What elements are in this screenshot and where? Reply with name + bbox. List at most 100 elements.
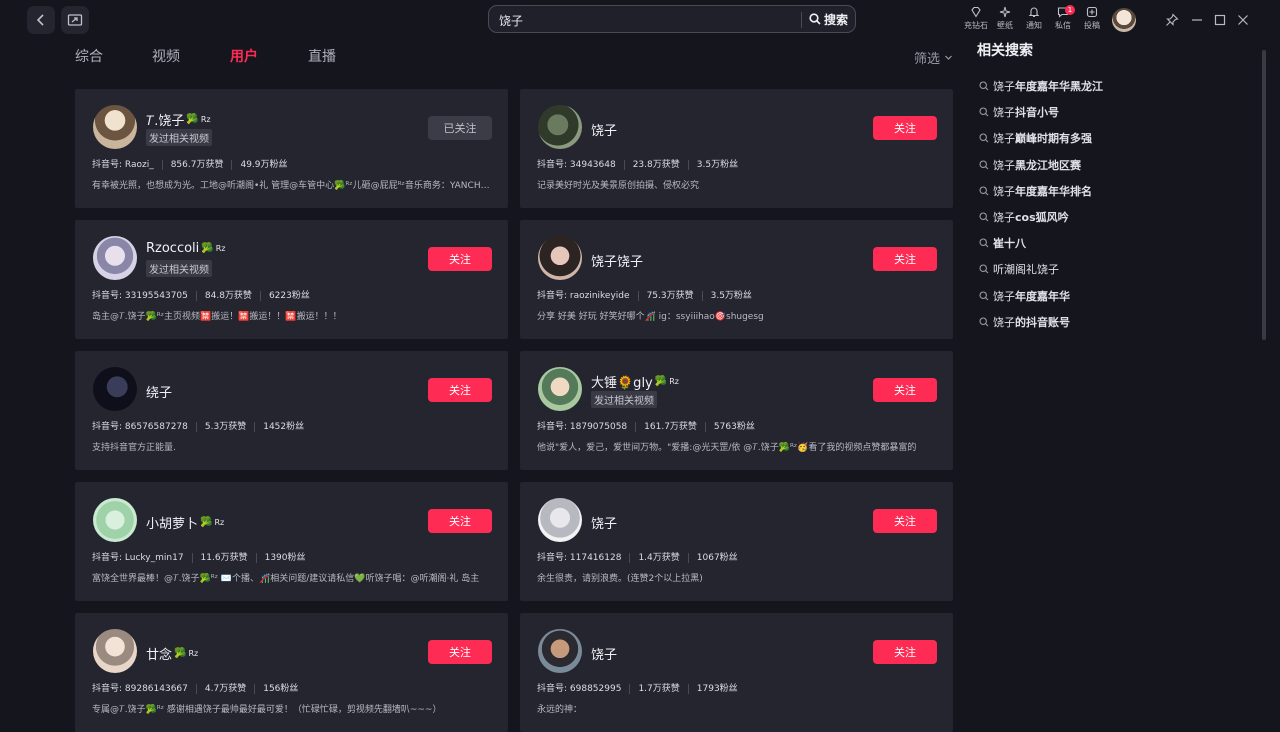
douyin-id: 抖音号: 698852995 [537, 684, 631, 694]
likes-count: 75.3万获赞 [647, 291, 703, 301]
user-avatar[interactable] [538, 236, 582, 280]
tab-videos[interactable]: 视频 [152, 46, 180, 66]
followers-count: 6223粉丝 [268, 291, 310, 301]
user-card[interactable]: 绕子 关注 抖音号: 86576587278 5.3万获赞 1452粉丝 支持抖音官方正能… [75, 351, 508, 470]
rz-suffix: Rz [215, 244, 226, 253]
user-name[interactable]: 饶子 [591, 513, 617, 532]
follow-button[interactable]: 关注 [428, 509, 492, 533]
user-card[interactable]: 𝑇.饶子 🥦 Rz 发过相关视频 已关注 抖音号: Raozi_ 856.7万获赞 49.9万… [75, 89, 508, 208]
user-avatar[interactable] [538, 105, 582, 149]
related-item-prefix: 饶子 [993, 211, 1015, 224]
follow-button[interactable]: 关注 [873, 247, 937, 271]
message-button[interactable]: 1 私信 [1047, 5, 1079, 31]
back-button[interactable] [27, 6, 55, 34]
follow-button[interactable]: 关注 [428, 378, 492, 402]
user-stats: 抖音号: Lucky_min17 11.6万获赞 1390粉丝 [92, 553, 322, 563]
message-label: 私信 [1055, 21, 1071, 30]
likes-count: 84.8万获赞 [205, 291, 261, 301]
user-name[interactable]: 饶子 [591, 644, 617, 663]
search-icon [979, 160, 989, 169]
user-avatar[interactable] [538, 498, 582, 542]
share-button[interactable] [61, 6, 89, 34]
related-item[interactable]: 饶子年度嘉年华 [979, 288, 1070, 304]
close-button[interactable] [1235, 12, 1251, 28]
tab-live[interactable]: 直播 [308, 46, 336, 66]
related-item-text: 听潮阁礼饶子 [993, 261, 1059, 277]
search-icon [979, 133, 989, 143]
notification-label: 通知 [1026, 21, 1042, 30]
search-icon [979, 81, 989, 91]
related-item-prefix: 听潮阁礼饶子 [993, 263, 1059, 277]
sprout-icon: 🥦 [654, 376, 668, 387]
related-item[interactable]: 饶子年度嘉年华黑龙江 [979, 78, 1103, 94]
upload-button[interactable]: 投稿 [1076, 6, 1108, 31]
maximize-button[interactable] [1212, 12, 1228, 28]
douyin-id: 抖音号: 1879075058 [537, 422, 637, 432]
follow-button[interactable]: 关注 [873, 116, 937, 140]
user-card[interactable]: 大锤🌻gly 🥦 Rz 发过相关视频 关注 抖音号: 1879075058 161.7万获赞… [520, 351, 953, 470]
top-bar: 搜索 充钻石 壁纸 通知 1 私信 投稿 [0, 0, 1280, 42]
user-avatar[interactable] [538, 367, 582, 411]
pin-button[interactable] [1164, 12, 1180, 28]
user-avatar[interactable] [538, 629, 582, 673]
related-item[interactable]: 崔十八 [979, 235, 1026, 251]
sprout-icon: 🥦 [174, 648, 187, 659]
followed-button[interactable]: 已关注 [428, 116, 492, 140]
user-name-text: 饶子 [591, 517, 618, 532]
user-bio: 他说"爱人，爱己，爱世间万物。"爱播:@光天罡/依 @𝑇.饶子🥦ᴿᶻ🥳看了我的视… [537, 443, 917, 453]
user-card[interactable]: 小胡萝卜 🥦 Rz 关注抖音号: Lucky_min17 11.6万获赞 1390粉丝富饶… [75, 482, 508, 601]
related-item[interactable]: 饶子的抖音账号 [979, 314, 1070, 330]
follow-button[interactable]: 关注 [428, 640, 492, 664]
wallpaper-icon [999, 6, 1011, 18]
user-name[interactable]: 饶子饶子 [591, 251, 643, 270]
user-name[interactable]: 饶子 [591, 120, 617, 139]
user-avatar[interactable] [93, 236, 137, 280]
related-item[interactable]: 饶子cos狐风吟 [979, 209, 1069, 225]
user-stats: 抖音号: Raozi_ 856.7万获赞 49.9万粉丝 [92, 160, 304, 170]
user-bio: 富饶全世界最棒！@𝑇.饶子🥦ᴿᶻ ✉️个播、🎢相关问题/建议请私信💚听饶子唱：@… [92, 574, 480, 584]
wallpaper-button[interactable]: 壁纸 [989, 6, 1021, 31]
tab-users[interactable]: 用户 [230, 46, 258, 66]
user-card[interactable]: 饶子 关注 抖音号: 117416128 1.4万获赞 1067粉丝 余生很贵，请别浪费。… [520, 482, 953, 601]
user-card[interactable]: 廿念 🥦 Rz 关注 抖音号: 89286143667 4.7万获赞 156粉丝 专属@𝑇.饶… [75, 613, 508, 732]
follow-button[interactable]: 关注 [873, 378, 937, 402]
related-item[interactable]: 饶子黑龙江地区赛 [979, 157, 1081, 173]
user-card[interactable]: 饶子饶子 关注 抖音号: raozinikeyide 75.3万获赞 3.5万粉丝 分享 … [520, 220, 953, 339]
follow-button[interactable]: 关注 [873, 509, 937, 533]
tab-all[interactable]: 综合 [75, 46, 103, 66]
follow-button[interactable]: 关注 [873, 640, 937, 664]
user-name[interactable]: 廿念 🥦 Rz [146, 644, 198, 663]
followers-count: 1452粉丝 [263, 422, 305, 432]
user-name-text: 廿念 [146, 648, 173, 663]
related-item[interactable]: 饶子年度嘉年华排名 [979, 183, 1092, 199]
user-card[interactable]: 饶子 关注 抖音号: 698852995 1.7万获赞 1793粉丝 永远的神： [520, 613, 953, 732]
my-avatar[interactable] [1112, 8, 1136, 32]
notification-button[interactable]: 通知 [1018, 6, 1050, 31]
sprout-icon: 🥦 [201, 243, 214, 254]
user-card[interactable]: 饶子 关注 抖音号: 34943648 23.8万获赞 3.5万粉丝 记录美好时光及美景原… [520, 89, 953, 208]
search-input[interactable] [497, 10, 791, 30]
user-bio: 岛主@𝑇.饶子🥦ᴿᶻ主页视频🈲搬运！🈲搬运！！🈲搬运！！！ [92, 312, 342, 322]
related-item[interactable]: 听潮阁礼饶子 [979, 261, 1059, 277]
user-card[interactable]: Rzoccoli 🥦 Rz 发过相关视频 关注 抖音号: 33195543705 84.8万… [75, 220, 508, 339]
search-icon [979, 264, 989, 274]
user-avatar[interactable] [93, 629, 137, 673]
user-avatar[interactable] [93, 498, 137, 542]
related-item[interactable]: 饶子巅峰时期有多强 [979, 130, 1092, 146]
scrollbar[interactable] [1262, 50, 1266, 340]
user-avatar[interactable] [93, 367, 137, 411]
minimize-button[interactable] [1189, 12, 1205, 28]
user-name[interactable]: 绕子 [146, 382, 172, 401]
related-item[interactable]: 饶子抖音小号 [979, 104, 1059, 120]
user-name[interactable]: 𝑇.饶子 🥦 Rz [146, 110, 211, 129]
user-name[interactable]: 大锤🌻gly 🥦 Rz [591, 372, 679, 391]
search-button[interactable]: 搜索 [809, 10, 848, 28]
user-name[interactable]: Rzoccoli 🥦 Rz [146, 241, 226, 256]
follow-button[interactable]: 关注 [428, 247, 492, 271]
filter-button[interactable]: 筛选 [914, 48, 953, 67]
user-avatar[interactable] [93, 105, 137, 149]
message-badge: 1 [1065, 5, 1075, 15]
diamond-button[interactable]: 充钻石 [960, 6, 992, 31]
user-bio: 有幸被光照，也想成为光。工地@听潮阁•礼 管理@车管中心🥦ᴿᶻ儿砸@屁屁ᴿᶻ音乐… [92, 181, 490, 191]
user-name[interactable]: 小胡萝卜 🥦 Rz [146, 513, 224, 532]
